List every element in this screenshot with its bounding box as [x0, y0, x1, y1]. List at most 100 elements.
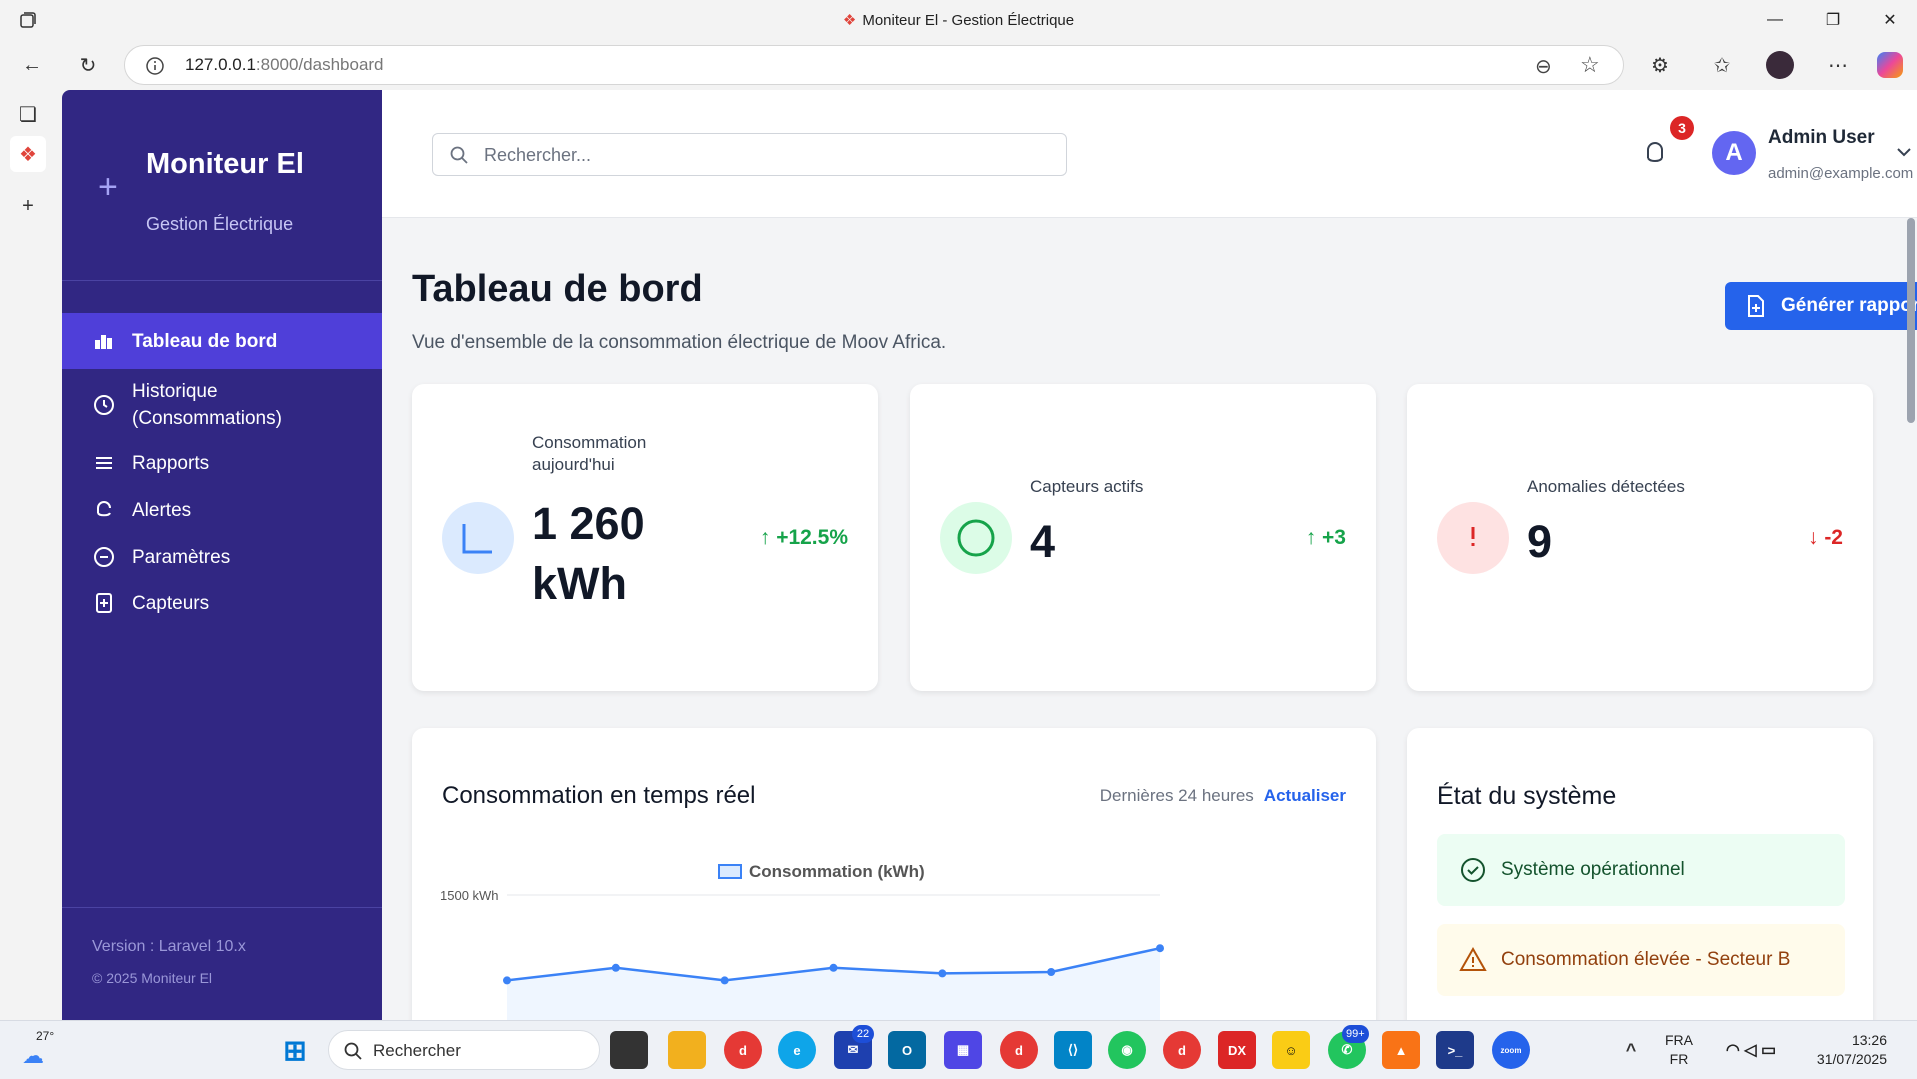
- reading-mode-icon[interactable]: ⊖: [1535, 54, 1552, 79]
- laravel-favicon-icon: ❖: [842, 12, 857, 29]
- sidebar-item-reports[interactable]: Rapports: [62, 438, 382, 488]
- weather-icon: ☁: [22, 1043, 44, 1068]
- data-point[interactable]: [503, 976, 511, 985]
- stat-value: 4: [1030, 516, 1056, 567]
- taskbar: 27° ☁ ⊞ Rechercher d e ✉ 22 O ▦ d ⟨⟩ ◉ d …: [0, 1020, 1917, 1079]
- notification-bell-icon[interactable]: [1642, 138, 1668, 168]
- status-ok-item: Système opérationnel: [1437, 834, 1845, 906]
- app-d3-icon[interactable]: d: [1163, 1031, 1201, 1069]
- vscode-icon[interactable]: ⟨⟩: [1054, 1031, 1092, 1069]
- store-icon[interactable]: ▦: [944, 1031, 982, 1069]
- start-button[interactable]: ⊞: [276, 1031, 314, 1069]
- clock[interactable]: 13:26 31/07/2025: [1817, 1031, 1887, 1069]
- data-point[interactable]: [1047, 968, 1056, 976]
- favorite-star-icon[interactable]: ☆: [1580, 52, 1600, 78]
- y-tick-label: 1500 kWh: [440, 888, 499, 903]
- taskbar-search[interactable]: Rechercher: [328, 1030, 600, 1070]
- data-point[interactable]: [1156, 944, 1164, 953]
- favorites-icon[interactable]: ✩: [1704, 48, 1740, 82]
- consumption-line-chart: Consommation (kWh)1500 kWh1000 kWh: [440, 862, 1164, 1020]
- range-label: Dernières 24 heures: [1099, 786, 1254, 805]
- stat-card-sensors: Capteurs actifs 4 ↑ +3: [910, 384, 1376, 691]
- stat-label: Capteurs actifs: [1030, 477, 1144, 496]
- avatar[interactable]: A: [1712, 131, 1756, 175]
- search-input[interactable]: Rechercher...: [432, 133, 1067, 176]
- stat-label: Anomalies détectées: [1527, 477, 1685, 496]
- brand-subtitle: Gestion Électrique: [146, 214, 294, 234]
- whatsapp-badge: 99+: [1342, 1025, 1369, 1043]
- refresh-link[interactable]: Actualiser: [1264, 786, 1346, 805]
- legend-swatch[interactable]: [718, 864, 742, 879]
- app-d2-icon[interactable]: d: [1000, 1031, 1038, 1069]
- app-d-icon[interactable]: d: [724, 1031, 762, 1069]
- page-scrollbar[interactable]: [1907, 218, 1915, 423]
- refresh-button[interactable]: ↻: [70, 48, 106, 82]
- sidebar-item-label: Capteurs: [132, 592, 210, 614]
- system-status-title: État du système: [1437, 782, 1617, 810]
- url-text[interactable]: 127.0.0.1:8000/dashboard: [185, 55, 384, 75]
- status-label: Consommation élevée - Secteur B: [1501, 949, 1791, 970]
- maximize-button[interactable]: ❐: [1808, 0, 1858, 40]
- outlook-icon[interactable]: O: [888, 1031, 926, 1069]
- copilot-icon[interactable]: [1872, 48, 1908, 82]
- close-button[interactable]: ✕: [1865, 0, 1915, 40]
- series-area: [507, 948, 1160, 1020]
- info-icon[interactable]: [145, 56, 165, 76]
- sidebar-item-sensors[interactable]: Capteurs: [62, 578, 382, 628]
- generate-report-button[interactable]: Générer rapport: [1725, 282, 1917, 330]
- devexpress-icon[interactable]: DX: [1218, 1031, 1256, 1069]
- vlc-icon[interactable]: ▲: [1382, 1031, 1420, 1069]
- stat-delta: ↓ -2: [1807, 526, 1843, 549]
- page-title: Tableau de bord: [412, 268, 703, 310]
- search-icon: [344, 1042, 362, 1060]
- profile-avatar[interactable]: [1762, 48, 1798, 82]
- more-menu-icon[interactable]: ⋯: [1820, 48, 1856, 82]
- language-indicator[interactable]: FRA FR: [1665, 1031, 1693, 1069]
- chrome-icon[interactable]: ◉: [1108, 1031, 1146, 1069]
- chevron-down-icon[interactable]: [1894, 142, 1914, 162]
- new-tab-icon[interactable]: +: [10, 188, 46, 224]
- settings-icon: [92, 545, 116, 569]
- file-plus-icon: [1748, 295, 1764, 317]
- data-point[interactable]: [938, 969, 947, 978]
- version-text: Version : Laravel 10.x: [92, 938, 246, 955]
- tray-chevron-up-icon[interactable]: ^: [1612, 1031, 1650, 1069]
- plus-icon: +: [98, 168, 118, 206]
- back-button[interactable]: ←: [14, 48, 50, 82]
- address-bar[interactable]: 127.0.0.1:8000/dashboard ⊖ ☆: [124, 45, 1624, 85]
- main-content: Tableau de bord Vue d'ensemble de la con…: [382, 218, 1917, 1020]
- stat-card-consumption: Consommation aujourd'hui 1 260 kWh ↑ +12…: [412, 384, 878, 691]
- sidebar-item-history[interactable]: Historique (Consommations): [62, 373, 382, 437]
- sidebar-footer-divider: [62, 907, 382, 908]
- edge-icon[interactable]: e: [778, 1031, 816, 1069]
- sidebar-item-dashboard[interactable]: Tableau de bord: [62, 313, 382, 369]
- chart-card-title: Consommation en temps réel: [442, 782, 756, 809]
- data-point[interactable]: [611, 963, 620, 972]
- stat-value: 9: [1527, 516, 1553, 567]
- stat-card-anomalies: Anomalies détectées 9 ↓ -2: [1407, 384, 1873, 691]
- powershell-icon[interactable]: >_: [1436, 1031, 1474, 1069]
- minimize-button[interactable]: —: [1750, 0, 1800, 40]
- status-label: Système opérationnel: [1501, 859, 1685, 880]
- brand-title: Moniteur El: [146, 148, 304, 180]
- user-name[interactable]: Admin User: [1768, 127, 1875, 149]
- sidebar-item-settings[interactable]: Paramètres: [62, 532, 382, 582]
- data-point[interactable]: [720, 976, 729, 985]
- weather-widget[interactable]: 27° ☁: [22, 1029, 54, 1069]
- status-warning-item: Consommation élevée - Secteur B: [1437, 924, 1845, 996]
- stat-delta: ↑ +12.5%: [759, 526, 848, 549]
- zoom-icon[interactable]: zoom: [1492, 1031, 1530, 1069]
- network-volume-battery-icons[interactable]: ◠ ◁ ▭: [1706, 1031, 1796, 1069]
- page-subtitle: Vue d'ensemble de la consommation électr…: [412, 332, 947, 353]
- generate-report-label: Générer rapport: [1781, 295, 1917, 316]
- window-title: ❖ Moniteur El - Gestion Électrique: [842, 12, 1075, 29]
- extensions-icon[interactable]: ⚙: [1642, 48, 1678, 82]
- tab-panel-icon[interactable]: ❏: [10, 96, 46, 132]
- file-explorer-icon[interactable]: [668, 1031, 706, 1069]
- data-point[interactable]: [829, 963, 838, 972]
- snapchat-icon[interactable]: ☺: [1272, 1031, 1310, 1069]
- sidebar-item-alerts[interactable]: Alertes: [62, 485, 382, 535]
- tab-laravel-icon[interactable]: ❖: [10, 136, 46, 172]
- bell-icon: [92, 498, 116, 522]
- task-view-icon[interactable]: [610, 1031, 648, 1069]
